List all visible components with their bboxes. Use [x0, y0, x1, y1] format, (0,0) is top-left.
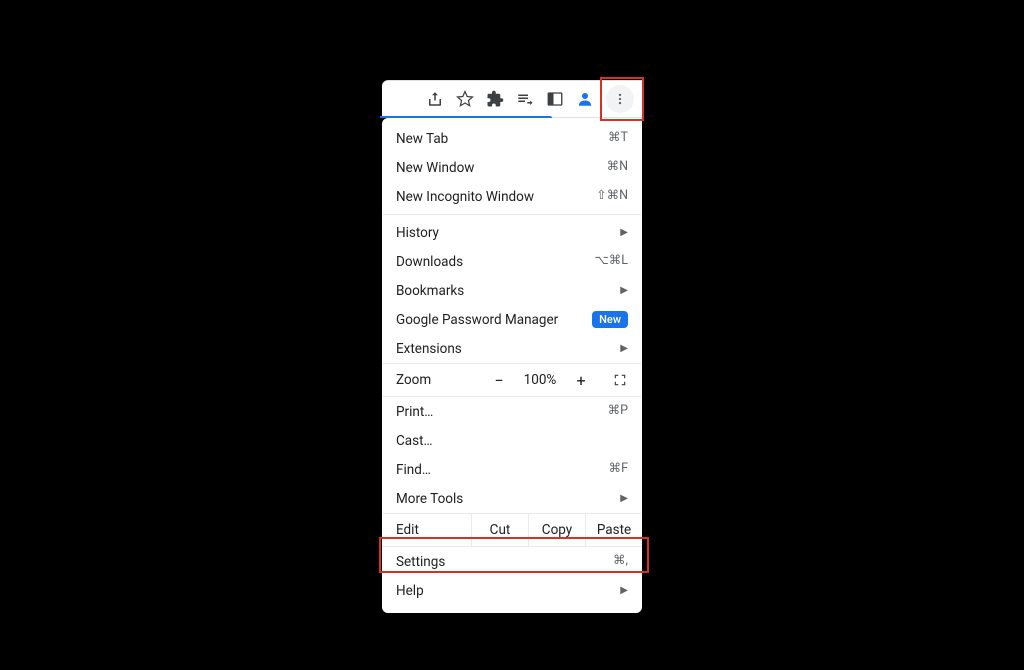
menu-label: Find… — [396, 462, 609, 478]
kebab-menu-button[interactable] — [606, 85, 634, 113]
menu-shortcut: ⌥⌘L — [594, 255, 628, 268]
extensions-puzzle-icon[interactable] — [486, 90, 504, 108]
menu-item-find[interactable]: Find… ⌘F — [382, 455, 642, 484]
bookmark-star-icon[interactable] — [456, 90, 474, 108]
menu-zoom-row: Zoom − 100% + — [382, 363, 642, 397]
submenu-chevron-icon: ▶ — [620, 493, 628, 504]
browser-toolbar — [382, 80, 642, 118]
menu-item-new-tab[interactable]: New Tab ⌘T — [382, 124, 642, 153]
menu-label: Help — [396, 583, 620, 599]
menu-label: Google Password Manager — [396, 312, 586, 328]
submenu-chevron-icon: ▶ — [620, 343, 628, 354]
menu-item-help[interactable]: Help ▶ — [382, 576, 642, 605]
menu-item-password-manager[interactable]: Google Password Manager New — [382, 305, 642, 334]
reading-list-icon[interactable] — [516, 90, 534, 108]
new-badge: New — [592, 311, 628, 328]
menu-label: New Tab — [396, 131, 608, 147]
menu-item-print[interactable]: Print… ⌘P — [382, 397, 642, 426]
menu-shortcut: ⌘F — [609, 463, 628, 476]
menu-edit-row: Edit Cut Copy Paste — [382, 513, 642, 547]
menu-label: Print… — [396, 404, 608, 420]
profile-avatar-icon[interactable] — [576, 90, 594, 108]
submenu-chevron-icon: ▶ — [620, 227, 628, 238]
menu-separator — [382, 214, 642, 215]
menu-label: More Tools — [396, 491, 620, 507]
menu-item-cast[interactable]: Cast… — [382, 426, 642, 455]
menu-item-downloads[interactable]: Downloads ⌥⌘L — [382, 247, 642, 276]
share-icon[interactable] — [426, 90, 444, 108]
menu-label: New Incognito Window — [396, 189, 596, 205]
menu-item-settings[interactable]: Settings ⌘, — [382, 547, 642, 576]
side-panel-icon[interactable] — [546, 90, 564, 108]
menu-shortcut: ⌘T — [608, 132, 628, 145]
menu-label: New Window — [396, 160, 607, 176]
submenu-chevron-icon: ▶ — [620, 285, 628, 296]
edit-copy-button[interactable]: Copy — [528, 514, 585, 546]
menu-item-new-window[interactable]: New Window ⌘N — [382, 153, 642, 182]
menu-shortcut: ⌘N — [607, 161, 628, 174]
menu-shortcut: ⇧⌘N — [596, 190, 628, 203]
menu-label: Extensions — [396, 341, 620, 357]
menu-shortcut: ⌘, — [613, 555, 628, 568]
menu-item-history[interactable]: History ▶ — [382, 218, 642, 247]
zoom-value: 100% — [516, 372, 564, 388]
menu-label: Bookmarks — [396, 283, 620, 299]
menu-item-more-tools[interactable]: More Tools ▶ — [382, 484, 642, 513]
fullscreen-button[interactable] — [598, 370, 642, 391]
edit-label: Edit — [382, 514, 471, 546]
menu-shortcut: ⌘P — [608, 405, 628, 418]
menu-item-bookmarks[interactable]: Bookmarks ▶ — [382, 276, 642, 305]
submenu-chevron-icon: ▶ — [620, 585, 628, 596]
menu-label: History — [396, 225, 620, 241]
zoom-out-button[interactable]: − — [482, 371, 516, 390]
edit-paste-button[interactable]: Paste — [585, 514, 642, 546]
zoom-in-button[interactable]: + — [564, 371, 598, 390]
menu-label: Downloads — [396, 254, 594, 270]
chrome-main-menu: New Tab ⌘T New Window ⌘N New Incognito W… — [382, 118, 642, 613]
menu-label: Cast… — [396, 433, 628, 449]
menu-label: Settings — [396, 554, 613, 570]
menu-item-extensions[interactable]: Extensions ▶ — [382, 334, 642, 363]
zoom-label: Zoom — [382, 372, 482, 388]
edit-cut-button[interactable]: Cut — [471, 514, 528, 546]
menu-item-new-incognito[interactable]: New Incognito Window ⇧⌘N — [382, 182, 642, 211]
